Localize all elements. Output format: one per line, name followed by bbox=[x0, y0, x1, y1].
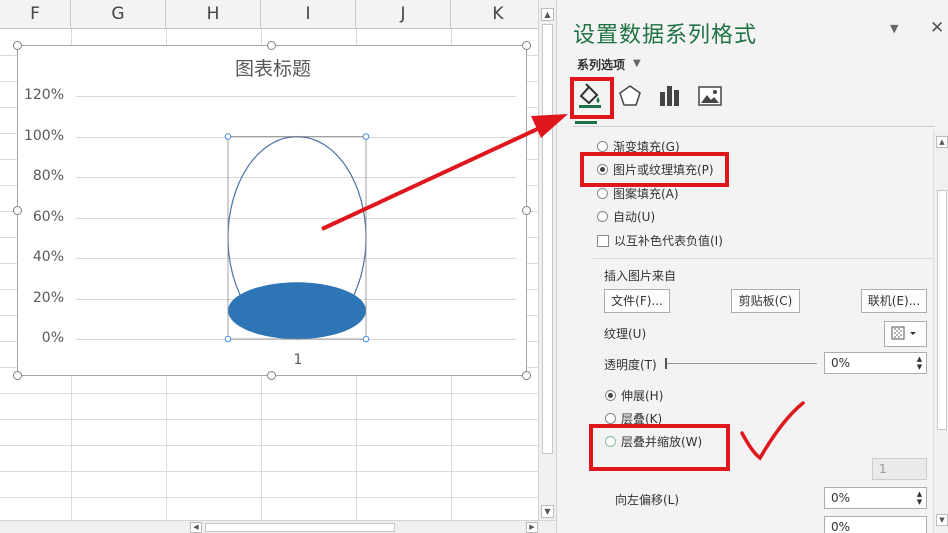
pane-vertical-scrollbar[interactable]: ▲ ▼ bbox=[933, 130, 948, 533]
pane-title: 设置数据系列格式 bbox=[573, 23, 758, 48]
texture-grid-icon bbox=[891, 326, 916, 340]
chart-handle-bottom[interactable] bbox=[267, 371, 276, 380]
transparency-input[interactable]: 0% ▲ ▼ bbox=[824, 352, 927, 374]
chevron-down-icon[interactable]: ▼ bbox=[633, 58, 641, 69]
radio-icon[interactable] bbox=[597, 211, 608, 222]
clipboard-button[interactable]: 剪贴板(C) bbox=[731, 289, 800, 313]
scroll-down-icon[interactable]: ▼ bbox=[541, 505, 554, 518]
column-header-f[interactable]: F bbox=[0, 0, 71, 29]
column-header-j[interactable]: J bbox=[356, 0, 451, 29]
offset-left-input[interactable]: 0% ▲ ▼ bbox=[824, 487, 927, 509]
sheet-vertical-scrollbar[interactable]: ▲ ▼ bbox=[538, 0, 556, 520]
scrollbar-thumb[interactable] bbox=[205, 523, 395, 532]
option-label: 伸展(H) bbox=[621, 389, 664, 403]
scroll-right-icon[interactable]: ▶ bbox=[526, 522, 538, 533]
offset-left-label: 向左偏移(L) bbox=[615, 493, 680, 507]
offset-right-input[interactable]: 0% bbox=[824, 516, 927, 533]
row-gridline bbox=[0, 419, 538, 420]
chart-handle-right[interactable] bbox=[522, 206, 531, 215]
close-icon[interactable]: ✕ bbox=[930, 18, 944, 38]
annotation-box-stack-scale bbox=[589, 424, 730, 471]
radio-icon[interactable] bbox=[605, 413, 616, 424]
spin-up-icon[interactable]: ▲ bbox=[915, 490, 924, 498]
series-selection-handle[interactable] bbox=[224, 335, 232, 343]
checkbox-icon[interactable] bbox=[597, 234, 609, 247]
pane-content: 渐变填充(G) 图片或纹理填充(P) 图案填充(A) 自动(U) 以互补色代表负… bbox=[557, 130, 933, 533]
column-header-i[interactable]: I bbox=[261, 0, 356, 29]
radio-selected-icon[interactable] bbox=[605, 390, 616, 401]
row-gridline bbox=[0, 445, 538, 446]
x-axis-label: 1 bbox=[293, 352, 303, 368]
radio-icon[interactable] bbox=[597, 188, 608, 199]
chart-handle-left[interactable] bbox=[13, 206, 22, 215]
radio-stretch[interactable]: 伸展(H) bbox=[605, 387, 663, 405]
sheet-horizontal-scrollbar[interactable]: ◀ ▶ bbox=[0, 520, 556, 533]
column-header-g[interactable]: G bbox=[71, 0, 166, 29]
offset-left-value: 0% bbox=[831, 491, 851, 505]
series-filled-bar[interactable] bbox=[228, 282, 366, 339]
worksheet-grid[interactable]: F G H I J K 图表标题 0% 20% 40% 60% 80% 100% 120% … bbox=[0, 0, 538, 533]
spin-down-icon[interactable]: ▼ bbox=[915, 363, 924, 371]
annotation-box-picture-fill bbox=[580, 152, 729, 187]
effects-pentagon-icon[interactable] bbox=[615, 81, 645, 111]
transparency-slider[interactable] bbox=[665, 363, 817, 364]
transparency-label: 透明度(T) bbox=[604, 358, 657, 372]
insert-picture-from-label: 插入图片来自 bbox=[604, 269, 677, 283]
scroll-up-icon[interactable]: ▲ bbox=[936, 136, 948, 148]
chart-handle-top[interactable] bbox=[267, 41, 276, 50]
spin-up-icon[interactable]: ▲ bbox=[915, 355, 924, 363]
scroll-left-icon[interactable]: ◀ bbox=[190, 522, 202, 533]
chart-handle-top-right[interactable] bbox=[522, 41, 531, 50]
picture-icon[interactable] bbox=[695, 81, 725, 111]
row-gridline bbox=[0, 497, 538, 498]
section-divider bbox=[593, 258, 933, 259]
column-header-k[interactable]: K bbox=[451, 0, 538, 29]
scroll-down-icon[interactable]: ▼ bbox=[936, 514, 948, 526]
plot-area[interactable] bbox=[18, 46, 528, 377]
spin-down-icon[interactable]: ▼ bbox=[915, 498, 924, 506]
series-selection-handle[interactable] bbox=[362, 133, 370, 140]
series-options-bars-icon[interactable] bbox=[655, 81, 685, 111]
row-gridline bbox=[0, 471, 538, 472]
radio-pattern-fill[interactable]: 图案填充(A) bbox=[597, 185, 679, 203]
option-label: 图案填充(A) bbox=[613, 187, 679, 201]
option-label: 以互补色代表负值(I) bbox=[614, 234, 723, 248]
units-per-picture-input: 1 bbox=[872, 458, 927, 480]
series-options-dropdown[interactable]: 系列选项 bbox=[577, 56, 625, 73]
texture-picker[interactable] bbox=[884, 321, 927, 347]
active-tab-indicator bbox=[575, 121, 597, 124]
scroll-up-icon[interactable]: ▲ bbox=[541, 8, 554, 21]
file-button[interactable]: 文件(F)... bbox=[604, 289, 670, 313]
scrollbar-thumb[interactable] bbox=[542, 24, 553, 454]
scrollbar-thumb[interactable] bbox=[937, 190, 947, 430]
series-selection-handle[interactable] bbox=[362, 335, 370, 343]
transparency-value: 0% bbox=[831, 356, 851, 370]
chart-handle-bottom-right[interactable] bbox=[522, 371, 531, 380]
offset-right-value: 0% bbox=[831, 520, 851, 533]
radio-automatic[interactable]: 自动(U) bbox=[597, 208, 655, 226]
excel-window: F G H I J K 图表标题 0% 20% 40% 60% 80% 100% 120% … bbox=[0, 0, 948, 533]
pane-divider bbox=[573, 126, 935, 127]
transparency-slider-thumb[interactable] bbox=[665, 358, 667, 369]
chart-handle-bottom-left[interactable] bbox=[13, 371, 22, 380]
column-header-row: F G H I J K bbox=[0, 0, 538, 29]
chart-handle-top-left[interactable] bbox=[13, 41, 22, 50]
texture-label: 纹理(U) bbox=[604, 327, 647, 341]
checkbox-invert-if-negative[interactable]: 以互补色代表负值(I) bbox=[597, 232, 723, 250]
online-button[interactable]: 联机(E)... bbox=[861, 289, 927, 313]
radio-icon[interactable] bbox=[597, 141, 608, 152]
row-gridline bbox=[0, 393, 538, 394]
chart-area[interactable]: 图表标题 0% 20% 40% 60% 80% 100% 120% 1 bbox=[17, 45, 527, 376]
option-label: 自动(U) bbox=[613, 210, 656, 224]
series-selection-handle[interactable] bbox=[224, 133, 232, 140]
annotation-box-fill-tab bbox=[570, 77, 614, 119]
column-header-h[interactable]: H bbox=[166, 0, 261, 29]
pane-options-dropdown-icon[interactable]: ▼ bbox=[890, 22, 898, 35]
